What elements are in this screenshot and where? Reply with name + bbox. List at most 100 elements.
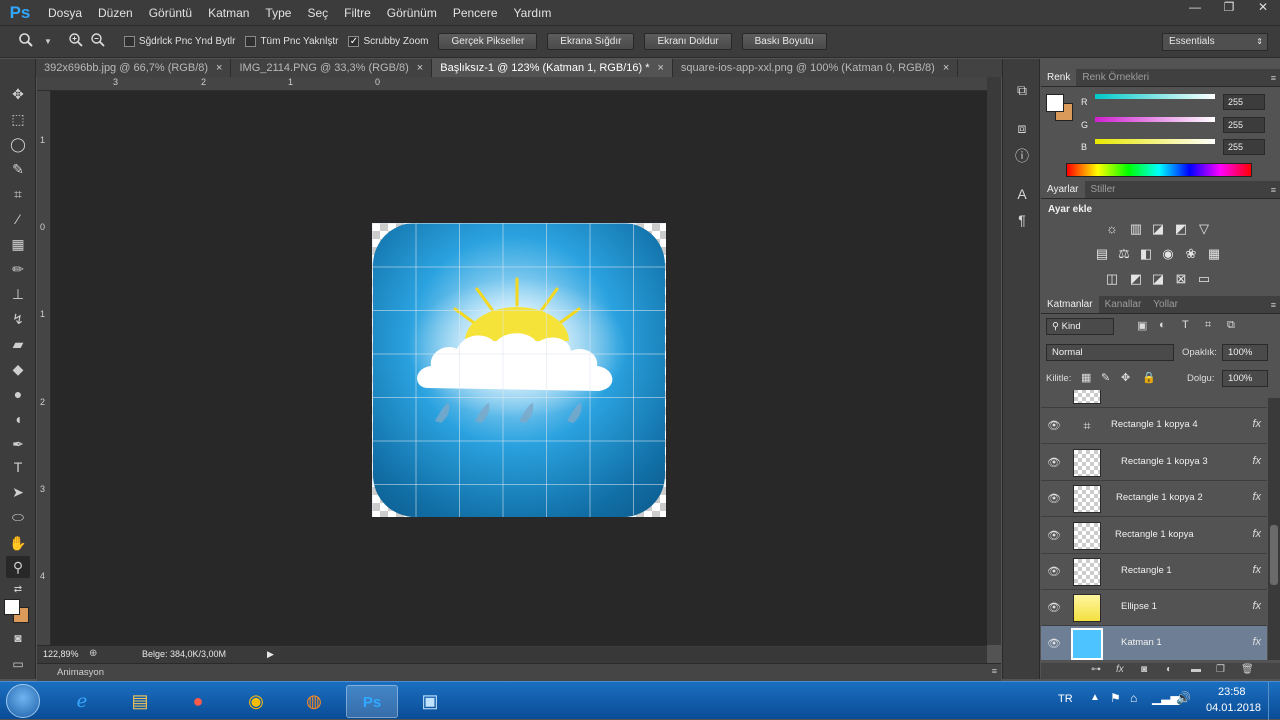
workspace-dropdown[interactable]: Essentials ⇕ <box>1162 33 1268 51</box>
spectrum-bar[interactable] <box>1066 163 1252 177</box>
menu-katman[interactable]: Katman <box>200 6 257 20</box>
chrome-icon[interactable]: ◉ <box>230 685 282 718</box>
levels-icon[interactable]: ▥ <box>1127 222 1145 236</box>
minimize-button[interactable]: — <box>1178 0 1212 18</box>
file-explorer-icon[interactable]: ▤ <box>114 685 166 718</box>
new-group-icon[interactable]: ▬ <box>1191 664 1201 675</box>
zoom-all-windows-checkbox[interactable] <box>245 35 257 47</box>
color-balance-icon[interactable]: ⚖ <box>1115 247 1133 261</box>
layer-row[interactable]: 👁 Rectangle 1 fx <box>1041 554 1267 590</box>
windows-start-icon[interactable] <box>6 684 40 718</box>
exposure-icon[interactable]: ◩ <box>1172 222 1190 236</box>
photos-icon[interactable]: ▣ <box>404 685 456 718</box>
tab-kanallar[interactable]: Kanallar <box>1099 296 1148 313</box>
close-tab-icon[interactable]: × <box>657 62 663 74</box>
posterize-icon[interactable]: ◩ <box>1127 272 1145 286</box>
menu-duzen[interactable]: Düzen <box>90 6 141 20</box>
filter-smart-object-icon[interactable]: ⧉ <box>1227 319 1235 332</box>
filter-pixel-icon[interactable]: ▣ <box>1137 319 1147 332</box>
visibility-eye-icon[interactable]: 👁 <box>1047 419 1061 432</box>
eyedropper-tool-icon[interactable]: ⁄ <box>6 208 30 230</box>
channel-b-slider[interactable] <box>1095 139 1215 144</box>
volume-icon[interactable]: 🔊 <box>1176 691 1191 705</box>
tab-yollar[interactable]: Yollar <box>1147 296 1184 313</box>
panel-menu-icon[interactable]: ≡ <box>1271 296 1276 314</box>
visibility-eye-icon[interactable]: 👁 <box>1047 456 1061 469</box>
move-tool-icon[interactable]: ✥ <box>6 83 30 105</box>
layers-scrollbar-thumb[interactable] <box>1270 525 1278 585</box>
fill-input[interactable]: 100% <box>1222 370 1268 387</box>
channel-r-value[interactable]: 255 <box>1223 94 1265 110</box>
threshold-icon[interactable]: ◪ <box>1149 272 1167 286</box>
restore-button[interactable]: ❐ <box>1212 0 1246 18</box>
character-panel-icon[interactable]: A <box>1010 183 1034 205</box>
export-icon[interactable]: ⊕ <box>89 648 97 659</box>
zoom-all-windows-option[interactable]: Tüm Pnc Yaknlştr <box>245 35 338 47</box>
hand-tool-icon[interactable]: ✋ <box>6 532 30 554</box>
marquee-tool-icon[interactable]: ⬚ <box>6 108 30 130</box>
dodge-tool-icon[interactable]: ◖ <box>6 408 30 430</box>
invert-icon[interactable]: ◫ <box>1103 272 1121 286</box>
layer-filter-dropdown[interactable]: ⚲ Kind <box>1046 318 1114 335</box>
menu-sec[interactable]: Seç <box>299 6 336 20</box>
color-lookup-icon[interactable]: ▦ <box>1205 247 1223 261</box>
crop-tool-icon[interactable]: ⌗ <box>6 183 30 205</box>
layer-row[interactable]: 👁 ⌗ Rectangle 1 kopya 4 fx <box>1041 408 1267 444</box>
clock-date[interactable]: 04.01.2018 <box>1206 702 1261 714</box>
photo-filter-icon[interactable]: ◉ <box>1159 247 1177 261</box>
menu-filtre[interactable]: Filtre <box>336 6 379 20</box>
blend-mode-dropdown[interactable]: Normal <box>1046 344 1174 361</box>
animation-tab[interactable]: Animasyon <box>57 667 104 678</box>
panel-menu-icon[interactable]: ≡ <box>992 666 997 676</box>
hue-saturation-icon[interactable]: ▤ <box>1093 247 1111 261</box>
menu-dosya[interactable]: Dosya <box>40 6 90 20</box>
document-tab-active[interactable]: Başlıksız-1 @ 123% (Katman 1, RGB/16) * × <box>432 59 673 77</box>
tab-katmanlar[interactable]: Katmanlar <box>1041 296 1099 313</box>
tool-preset-dropdown-icon[interactable]: ▼ <box>44 37 52 46</box>
vibrance-icon[interactable]: ▽ <box>1195 222 1213 236</box>
paint-bucket-tool-icon[interactable]: ◆ <box>6 358 30 380</box>
type-tool-icon[interactable]: T <box>6 456 30 478</box>
tab-ayarlar[interactable]: Ayarlar <box>1041 181 1085 198</box>
channel-b-value[interactable]: 255 <box>1223 139 1265 155</box>
gradient-map-icon[interactable]: ▭ <box>1195 272 1213 286</box>
tab-stiller[interactable]: Stiller <box>1085 181 1122 198</box>
panel-menu-icon[interactable]: ≡ <box>1271 181 1276 199</box>
visibility-eye-icon[interactable]: 👁 <box>1047 565 1061 578</box>
foreground-color-swatch[interactable] <box>4 599 20 615</box>
channel-r-slider[interactable] <box>1095 94 1215 99</box>
zoom-tool-icon[interactable] <box>18 32 40 51</box>
tool-presets-icon[interactable]: ⧈ <box>1010 117 1034 139</box>
layer-style-icon[interactable]: fx <box>1116 664 1124 675</box>
document-tab[interactable]: square-ios-app-xxl.png @ 100% (Katman 0,… <box>673 59 959 77</box>
close-tab-icon[interactable]: × <box>216 62 222 74</box>
foreground-color-swatch[interactable] <box>1046 94 1064 112</box>
blur-tool-icon[interactable]: ● <box>6 383 30 405</box>
new-adjustment-icon[interactable]: ◐ <box>1166 664 1172 675</box>
brush-tool-icon[interactable]: ✏ <box>6 258 30 280</box>
visibility-eye-icon[interactable]: 👁 <box>1047 529 1061 542</box>
firefox-icon[interactable]: ◍ <box>288 685 340 718</box>
screen-mode-icon[interactable]: ▭ <box>6 653 30 675</box>
menu-goruntu[interactable]: Görüntü <box>141 6 200 20</box>
layer-row[interactable]: 👁 Rectangle 1 kopya fx <box>1041 518 1267 554</box>
visibility-eye-icon[interactable]: 👁 <box>1047 492 1061 505</box>
fill-screen-button[interactable]: Ekranı Doldur <box>644 33 732 50</box>
show-hidden-icons-icon[interactable]: ▲ <box>1090 692 1100 703</box>
eraser-tool-icon[interactable]: ▰ <box>6 333 30 355</box>
tray-app-icon[interactable]: ● <box>172 685 224 718</box>
tab-renk-ornekleri[interactable]: Renk Örnekleri <box>1076 69 1155 86</box>
curves-icon[interactable]: ◪ <box>1149 222 1167 236</box>
status-menu-arrow-icon[interactable]: ▶ <box>267 649 274 660</box>
fx-icon[interactable]: fx <box>1252 455 1261 467</box>
photoshop-icon[interactable]: Ps <box>346 685 398 718</box>
opacity-input[interactable]: 100% <box>1222 344 1268 361</box>
layer-row-partial[interactable] <box>1041 390 1267 408</box>
filter-shape-icon[interactable]: ⌗ <box>1205 319 1211 332</box>
new-layer-icon[interactable]: ❐ <box>1216 664 1225 675</box>
black-white-icon[interactable]: ◧ <box>1137 247 1155 261</box>
swap-colors-icon[interactable]: ⇄ <box>6 579 30 601</box>
visibility-eye-icon[interactable]: 👁 <box>1047 601 1061 614</box>
print-size-button[interactable]: Baskı Boyutu <box>741 33 827 50</box>
pen-tool-icon[interactable]: ✒ <box>6 433 30 455</box>
